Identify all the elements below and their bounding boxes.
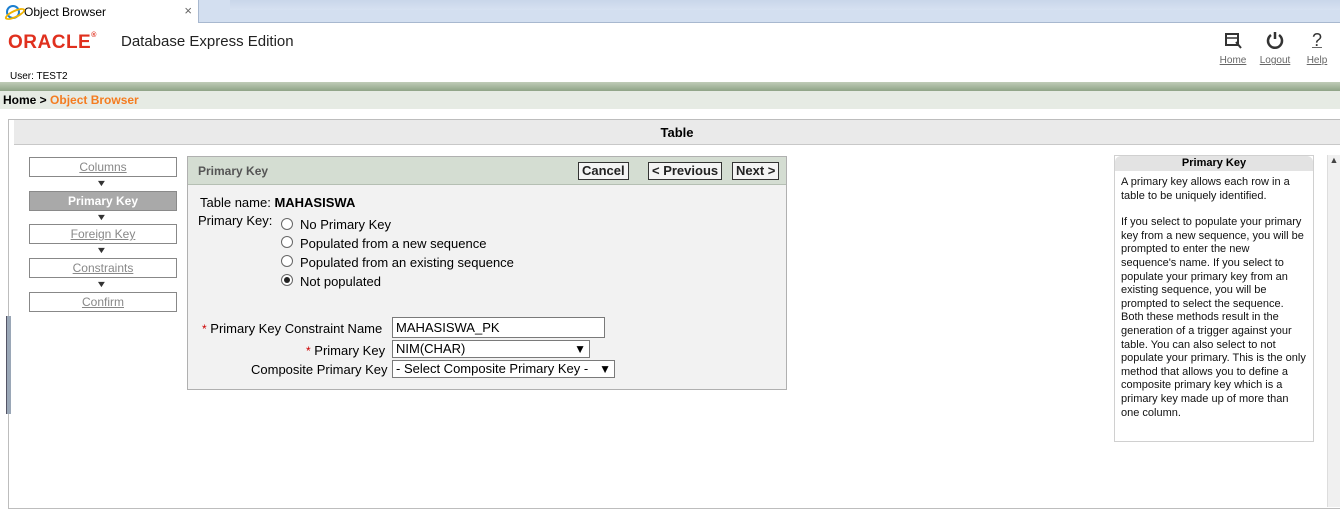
primary-key-select[interactable]: NIM(CHAR) ▼ <box>392 340 590 358</box>
option-label: No Primary Key <box>300 217 392 232</box>
step-arrow-icon: ▼ <box>95 178 108 188</box>
breadcrumb-separator: > <box>36 93 51 107</box>
help-paragraph: A primary key allows each row in a table… <box>1121 176 1290 202</box>
primary-key-text: Primary Key <box>314 343 386 358</box>
primary-key-panel: Primary Key Cancel < Previous Next > Tab… <box>187 156 787 390</box>
help-link-label: Help <box>1306 55 1328 66</box>
breadcrumb-home[interactable]: Home <box>3 93 36 107</box>
option-label: Populated from an existing sequence <box>300 255 514 270</box>
header-divider <box>0 82 1340 91</box>
oracle-logo: ORACLE® <box>8 32 97 53</box>
step-arrow-icon: ▼ <box>95 212 108 222</box>
step-confirm[interactable]: Confirm <box>29 292 177 312</box>
home-icon <box>1221 28 1245 52</box>
breadcrumb: Home > Object Browser <box>0 91 1340 109</box>
collapse-sidebar-handle[interactable] <box>6 316 11 414</box>
radio-not-populated[interactable] <box>281 274 293 286</box>
home-link[interactable]: Home <box>1212 28 1254 66</box>
chevron-down-icon: ▼ <box>599 362 611 376</box>
browser-tab-title: Object Browser <box>24 4 107 19</box>
address-bar[interactable] <box>230 0 1340 10</box>
step-constraints[interactable]: Constraints <box>29 258 177 278</box>
help-box: Primary Key A primary key allows each ro… <box>1114 155 1314 442</box>
option-label: Populated from a new sequence <box>300 236 487 251</box>
logout-link[interactable]: Logout <box>1254 28 1296 66</box>
help-text: A primary key allows each row in a table… <box>1115 171 1313 420</box>
table-name-label: Table name: <box>200 195 275 210</box>
primary-key-select-value: NIM(CHAR) <box>396 341 466 356</box>
panel-title: Primary Key <box>198 164 269 178</box>
breadcrumb-current[interactable]: Object Browser <box>50 93 139 107</box>
help-paragraph: If you select to populate your primary k… <box>1121 216 1306 419</box>
constraint-name-text: Primary Key Constraint Name <box>210 321 383 336</box>
logout-link-label: Logout <box>1259 55 1291 66</box>
help-link[interactable]: ? Help <box>1296 28 1338 67</box>
cancel-button[interactable]: Cancel <box>578 162 629 180</box>
current-user: User: TEST2 <box>10 71 68 82</box>
top-links: Home Logout ? Help <box>1212 28 1338 67</box>
help-title: Primary Key <box>1115 156 1313 171</box>
constraint-name-input[interactable] <box>392 317 605 338</box>
required-marker: * <box>202 322 207 336</box>
step-columns[interactable]: Columns <box>29 157 177 177</box>
vertical-scrollbar[interactable]: ▲ <box>1327 155 1340 507</box>
step-foreign-key[interactable]: Foreign Key <box>29 224 177 244</box>
home-link-label: Home <box>1219 55 1247 66</box>
close-tab-icon[interactable]: × <box>184 3 192 18</box>
internet-explorer-icon <box>6 4 20 19</box>
composite-key-select-value: - Select Composite Primary Key - <box>396 361 589 376</box>
chevron-down-icon: ▼ <box>574 342 586 356</box>
required-marker: * <box>306 344 311 358</box>
step-primary-key: Primary Key <box>29 191 177 211</box>
page-title: Table <box>14 120 1340 145</box>
panel-header: Primary Key Cancel < Previous Next > <box>188 157 786 185</box>
table-name-row: Table name: MAHASISWA <box>200 195 355 210</box>
brand-text: ORACLE <box>8 32 92 53</box>
browser-tab[interactable]: Object Browser × <box>0 0 199 23</box>
radio-new-sequence[interactable] <box>281 236 293 248</box>
product-name: Database Express Edition <box>121 33 294 50</box>
scroll-up-icon[interactable]: ▲ <box>1328 155 1340 165</box>
previous-button[interactable]: < Previous <box>648 162 723 180</box>
radio-existing-sequence[interactable] <box>281 255 293 267</box>
step-arrow-icon: ▼ <box>95 245 108 255</box>
power-icon <box>1263 28 1287 52</box>
primary-key-option-label: Primary Key: <box>198 213 273 228</box>
radio-no-primary-key[interactable] <box>281 218 293 230</box>
option-label: Not populated <box>300 274 381 289</box>
next-button[interactable]: Next > <box>732 162 780 180</box>
step-arrow-icon: ▼ <box>95 279 108 289</box>
table-name-value: MAHASISWA <box>274 195 356 210</box>
primary-key-label: * Primary Key <box>306 343 385 358</box>
composite-key-label: Composite Primary Key <box>251 362 388 377</box>
help-icon: ? <box>1311 29 1322 50</box>
composite-key-select[interactable]: - Select Composite Primary Key - ▼ <box>392 360 615 378</box>
browser-tab-bar: Object Browser × <box>0 0 1340 23</box>
constraint-name-label: * Primary Key Constraint Name <box>202 321 382 336</box>
